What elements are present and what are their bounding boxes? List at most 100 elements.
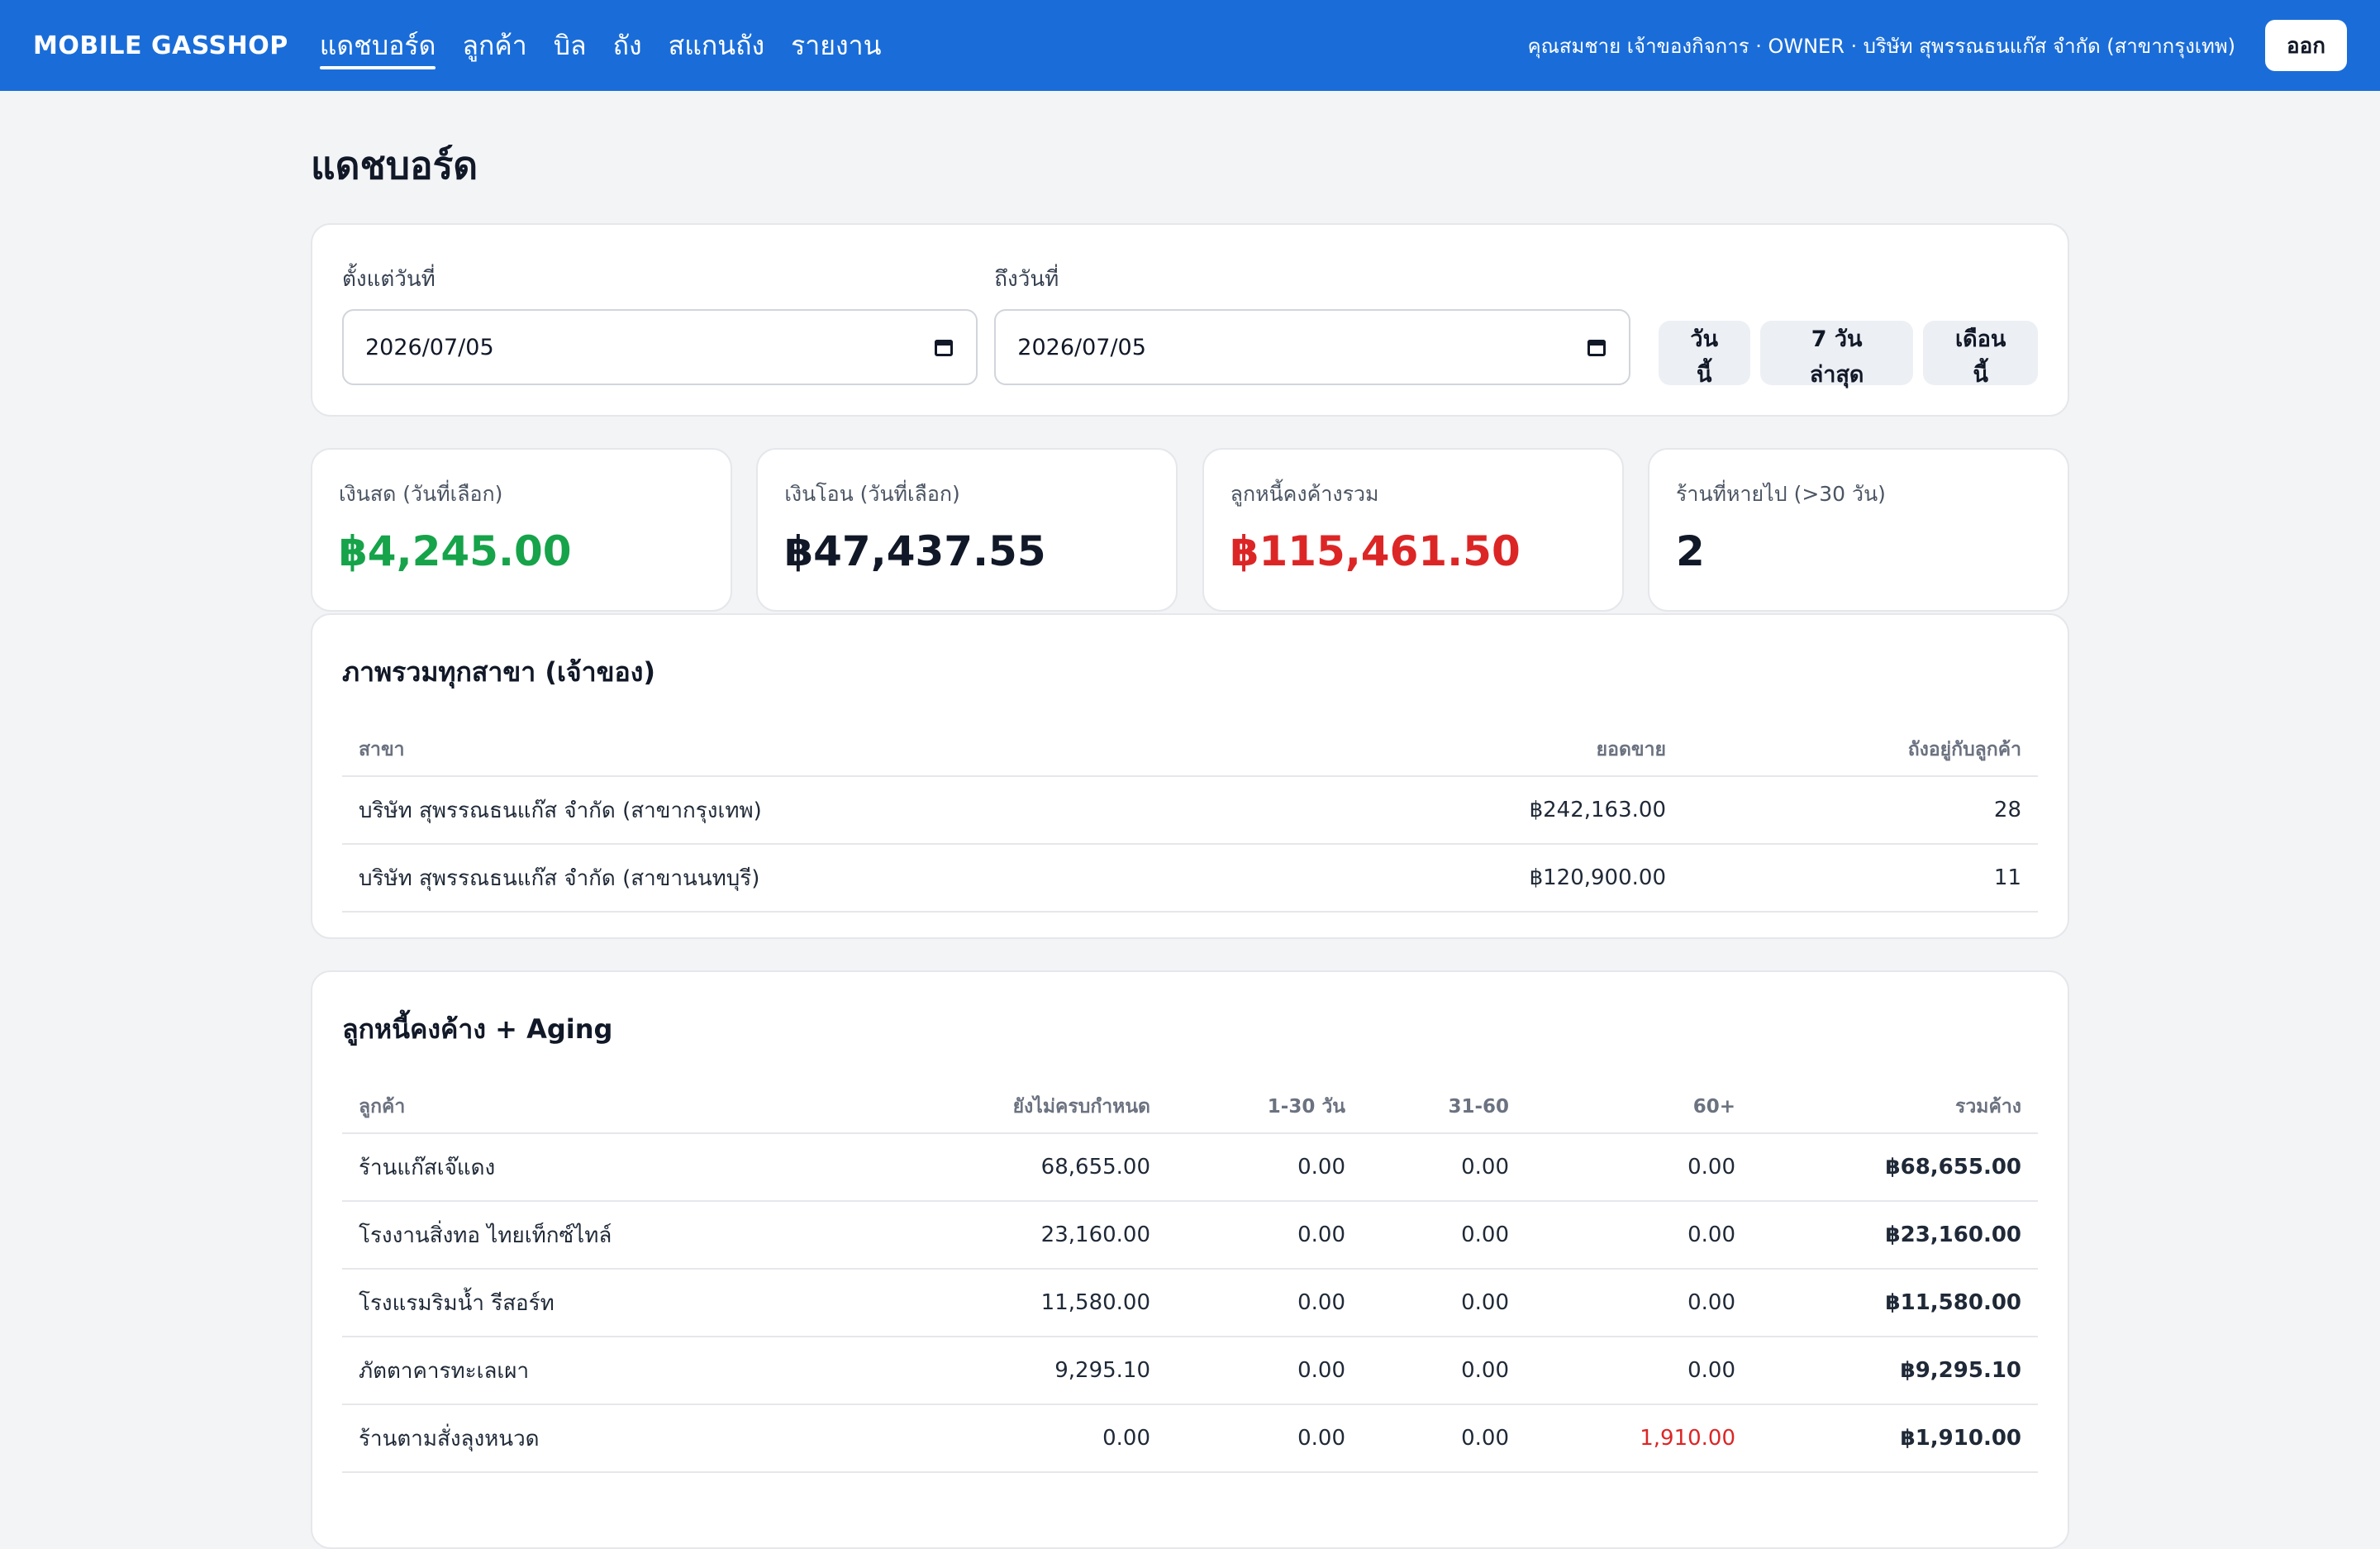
- column-header: ยอดขาย: [1319, 723, 1683, 777]
- receivables-aging-card: ลูกหนี้คงค้าง + Aging ลูกค้า ยังไม่ครบกำ…: [311, 970, 2069, 1549]
- aging-31-60-cell: 0.00: [1362, 1337, 1526, 1405]
- from-date-value: 2026/07/05: [365, 334, 494, 360]
- branch-name-cell: บริษัท สุพรรณธนแก๊ส จำกัด (สาขานนทบุรี): [342, 844, 1319, 913]
- nav-item-scan-cylinder[interactable]: สแกนถัง: [669, 0, 764, 91]
- this-month-button[interactable]: เดือนนี้: [1923, 321, 2038, 388]
- main-nav: แดชบอร์ด ลูกค้า บิล ถัง สแกนถัง รายงาน: [319, 0, 908, 91]
- aging-1-30-cell: 0.00: [1167, 1404, 1362, 1473]
- table-row[interactable]: บริษัท สุพรรณธนแก๊ส จำกัด (สาขานนทบุรี) …: [342, 844, 2038, 913]
- top-navbar: MOBILE GASSHOP แดชบอร์ด ลูกค้า บิล ถัง ส…: [0, 0, 2380, 91]
- stat-value: ฿115,461.50: [1230, 527, 1521, 575]
- column-header: ลูกค้า: [342, 1080, 869, 1134]
- today-button[interactable]: วันนี้: [1658, 321, 1750, 388]
- stat-card-transfer: เงินโอน (วันที่เลือก) ฿47,437.55: [756, 448, 1178, 612]
- table-header-row: สาขา ยอดขาย ถังอยู่กับลูกค้า: [342, 723, 2038, 777]
- branch-table: สาขา ยอดขาย ถังอยู่กับลูกค้า บริษัท สุพร…: [342, 723, 2038, 913]
- user-info: คุณสมชาย เจ้าของกิจการ · OWNER · บริษัท …: [1527, 34, 2236, 58]
- to-date-input[interactable]: 2026/07/05: [994, 309, 1630, 385]
- stat-card-lost-stores: ร้านที่หายไป (>30 วัน) 2: [1647, 448, 2069, 612]
- calendar-icon[interactable]: [933, 336, 954, 358]
- column-header: รวมค้าง: [1752, 1080, 2038, 1134]
- column-header: 31-60: [1362, 1080, 1526, 1134]
- not-due-cell: 23,160.00: [869, 1201, 1167, 1270]
- logout-button[interactable]: ออก: [2265, 20, 2347, 71]
- aging-60-plus-cell: 1,910.00: [1526, 1404, 1752, 1473]
- sales-cell: ฿242,163.00: [1319, 776, 1683, 845]
- page-title: แดชบอร์ด: [311, 143, 478, 188]
- aging-1-30-cell: 0.00: [1167, 1201, 1362, 1270]
- stat-label: ลูกหนี้คงค้างรวม: [1230, 482, 1379, 506]
- aging-1-30-cell: 0.00: [1167, 1337, 1362, 1405]
- nav-item-bills[interactable]: บิล: [554, 0, 587, 91]
- total-outstanding-cell: ฿11,580.00: [1752, 1269, 2038, 1337]
- to-date-field: ถึงวันที่ 2026/07/05: [994, 262, 1630, 385]
- date-filter-card: ตั้งแต่วันที่ 2026/07/05 ถึงวันที่ 2026/…: [311, 223, 2069, 417]
- to-date-value: 2026/07/05: [1017, 334, 1146, 360]
- stat-value: 2: [1675, 527, 1705, 575]
- calendar-icon[interactable]: [1586, 336, 1607, 358]
- total-outstanding-cell: ฿23,160.00: [1752, 1201, 2038, 1270]
- table-row[interactable]: โรงแรมริมน้ำ รีสอร์ท 11,580.00 0.00 0.00…: [342, 1269, 2038, 1337]
- to-date-label: ถึงวันที่: [994, 267, 1059, 292]
- customer-cell: โรงแรมริมน้ำ รีสอร์ท: [342, 1269, 869, 1337]
- stat-cards: เงินสด (วันที่เลือก) ฿4,245.00 เงินโอน (…: [311, 448, 2069, 612]
- customer-cell: ร้านตามสั่งลุงหนวด: [342, 1404, 869, 1473]
- customer-cell: โรงงานสิ่งทอ ไทยเท็กซ์ไทล์: [342, 1201, 869, 1270]
- from-date-input[interactable]: 2026/07/05: [342, 309, 978, 385]
- nav-item-dashboard[interactable]: แดชบอร์ด: [319, 0, 436, 91]
- aging-31-60-cell: 0.00: [1362, 1201, 1526, 1270]
- branch-overview-card: ภาพรวมทุกสาขา (เจ้าของ) สาขา ยอดขาย ถังอ…: [311, 613, 2069, 939]
- nav-item-customers[interactable]: ลูกค้า: [462, 0, 526, 91]
- sales-cell: ฿120,900.00: [1319, 844, 1683, 913]
- stat-card-cash: เงินสด (วันที่เลือก) ฿4,245.00: [311, 448, 732, 612]
- cylinders-cell: 28: [1683, 776, 2038, 845]
- aging-60-plus-cell: 0.00: [1526, 1269, 1752, 1337]
- table-row[interactable]: ร้านแก๊สเจ๊แดง 68,655.00 0.00 0.00 0.00 …: [342, 1133, 2038, 1202]
- aging-60-plus-cell: 0.00: [1526, 1201, 1752, 1270]
- stat-value: ฿4,245.00: [339, 527, 572, 575]
- brand-logo[interactable]: MOBILE GASSHOP: [33, 31, 288, 60]
- column-header: สาขา: [342, 723, 1319, 777]
- aging-31-60-cell: 0.00: [1362, 1404, 1526, 1473]
- table-row[interactable]: โรงงานสิ่งทอ ไทยเท็กซ์ไทล์ 23,160.00 0.0…: [342, 1201, 2038, 1270]
- total-outstanding-cell: ฿68,655.00: [1752, 1133, 2038, 1202]
- customer-cell: ร้านแก๊สเจ๊แดง: [342, 1133, 869, 1202]
- section-title: ลูกหนี้คงค้าง + Aging: [342, 1013, 613, 1045]
- column-header: 1-30 วัน: [1167, 1080, 1362, 1134]
- stat-card-receivables: ลูกหนี้คงค้างรวม ฿115,461.50: [1202, 448, 1624, 612]
- aging-table: ลูกค้า ยังไม่ครบกำหนด 1-30 วัน 31-60 60+…: [342, 1080, 2038, 1473]
- from-date-label: ตั้งแต่วันที่: [342, 267, 436, 292]
- last-7-days-button[interactable]: 7 วันล่าสุด: [1759, 321, 1914, 388]
- column-header: ยังไม่ครบกำหนด: [869, 1080, 1167, 1134]
- from-date-field: ตั้งแต่วันที่ 2026/07/05: [342, 262, 978, 385]
- aging-60-plus-cell: 0.00: [1526, 1133, 1752, 1202]
- stat-label: ร้านที่หายไป (>30 วัน): [1675, 482, 1886, 506]
- cylinders-cell: 11: [1683, 844, 2038, 913]
- main-content: แดชบอร์ด ตั้งแต่วันที่ 2026/07/05 ถึงวัน…: [311, 91, 2069, 1549]
- aging-31-60-cell: 0.00: [1362, 1133, 1526, 1202]
- nav-item-reports[interactable]: รายงาน: [791, 0, 881, 91]
- stat-value: ฿47,437.55: [784, 527, 1046, 575]
- aging-1-30-cell: 0.00: [1167, 1269, 1362, 1337]
- total-outstanding-cell: ฿1,910.00: [1752, 1404, 2038, 1473]
- aging-1-30-cell: 0.00: [1167, 1133, 1362, 1202]
- table-row[interactable]: บริษัท สุพรรณธนแก๊ส จำกัด (สาขากรุงเทพ) …: [342, 776, 2038, 845]
- nav-item-cylinders[interactable]: ถัง: [613, 0, 642, 91]
- not-due-cell: 11,580.00: [869, 1269, 1167, 1337]
- stat-label: เงินสด (วันที่เลือก): [339, 482, 503, 506]
- quick-range-buttons: วันนี้ 7 วันล่าสุด เดือนนี้: [1649, 321, 2038, 388]
- aging-60-plus-cell: 0.00: [1526, 1337, 1752, 1405]
- total-outstanding-cell: ฿9,295.10: [1752, 1337, 2038, 1405]
- table-row[interactable]: ภัตตาคารทะเลเผา 9,295.10 0.00 0.00 0.00 …: [342, 1337, 2038, 1405]
- not-due-cell: 68,655.00: [869, 1133, 1167, 1202]
- not-due-cell: 9,295.10: [869, 1337, 1167, 1405]
- column-header: 60+: [1526, 1080, 1752, 1134]
- not-due-cell: 0.00: [869, 1404, 1167, 1473]
- table-header-row: ลูกค้า ยังไม่ครบกำหนด 1-30 วัน 31-60 60+…: [342, 1080, 2038, 1134]
- aging-31-60-cell: 0.00: [1362, 1269, 1526, 1337]
- column-header: ถังอยู่กับลูกค้า: [1683, 723, 2038, 777]
- customer-cell: ภัตตาคารทะเลเผา: [342, 1337, 869, 1405]
- table-row[interactable]: ร้านตามสั่งลุงหนวด 0.00 0.00 0.00 1,910.…: [342, 1404, 2038, 1473]
- stat-label: เงินโอน (วันที่เลือก): [784, 482, 960, 506]
- branch-name-cell: บริษัท สุพรรณธนแก๊ส จำกัด (สาขากรุงเทพ): [342, 776, 1319, 845]
